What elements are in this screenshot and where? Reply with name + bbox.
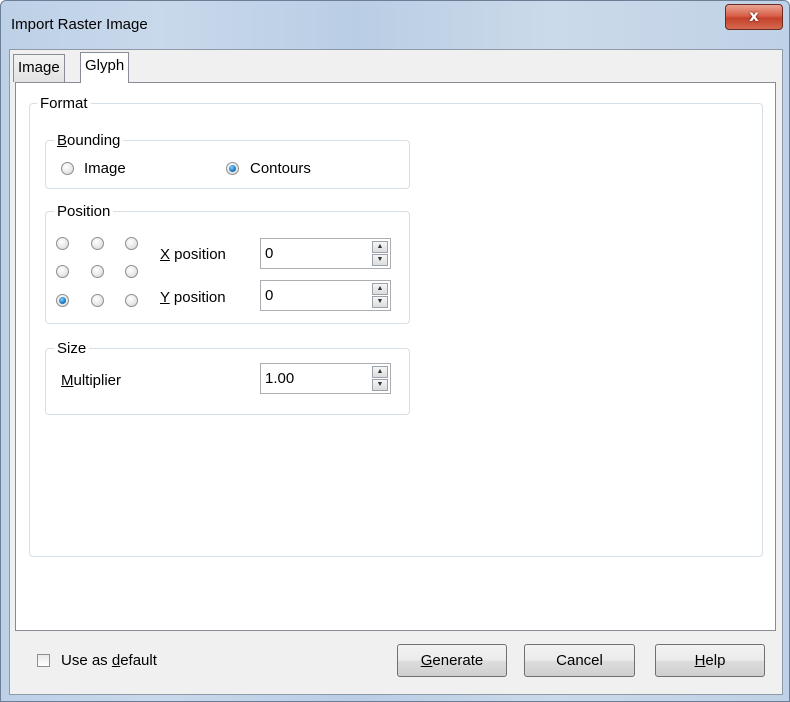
position-bottom-center-radio[interactable] bbox=[91, 294, 104, 307]
spin-up-icon[interactable]: ▲ bbox=[372, 366, 388, 378]
format-group-label: Format bbox=[37, 95, 91, 112]
x-position-value[interactable]: 0 bbox=[265, 245, 273, 262]
dialog-client-area: Image Glyph Format Bounding Image Contou… bbox=[9, 49, 783, 695]
radio-selected-dot bbox=[229, 165, 236, 172]
spin-down-icon[interactable]: ▼ bbox=[372, 296, 388, 308]
tab-glyph[interactable]: Glyph bbox=[80, 52, 130, 83]
x-position-spinbox[interactable]: 0 ▲ ▼ bbox=[260, 238, 391, 269]
position-bottom-right-radio[interactable] bbox=[125, 294, 138, 307]
bounding-contours-radio[interactable] bbox=[226, 162, 239, 175]
tab-glyph-label: Glyph bbox=[85, 57, 125, 74]
spin-up-icon[interactable]: ▲ bbox=[372, 283, 388, 295]
position-top-left-radio[interactable] bbox=[56, 237, 69, 250]
position-middle-center-radio[interactable] bbox=[91, 265, 104, 278]
spin-down-icon[interactable]: ▼ bbox=[372, 379, 388, 391]
y-position-spinbox[interactable]: 0 ▲ ▼ bbox=[260, 280, 391, 311]
size-group-label: Size bbox=[54, 340, 90, 357]
title-bar[interactable]: Import Raster Image x bbox=[1, 1, 789, 49]
position-middle-right-radio[interactable] bbox=[125, 265, 138, 278]
tab-image-label: Image bbox=[18, 59, 60, 76]
help-button[interactable]: Help bbox=[655, 644, 765, 677]
position-group-label: Position bbox=[54, 203, 114, 220]
generate-button[interactable]: Generate bbox=[397, 644, 507, 677]
multiplier-spinbox[interactable]: 1.00 ▲ ▼ bbox=[260, 363, 391, 394]
position-top-center-radio[interactable] bbox=[91, 237, 104, 250]
radio-selected-dot bbox=[59, 297, 66, 304]
x-position-label: X position bbox=[160, 246, 226, 263]
bounding-image-radio[interactable] bbox=[61, 162, 74, 175]
use-as-default-checkbox[interactable] bbox=[37, 654, 50, 667]
use-as-default-label[interactable]: Use as default bbox=[61, 652, 157, 669]
y-position-value[interactable]: 0 bbox=[265, 287, 273, 304]
spin-down-icon[interactable]: ▼ bbox=[372, 254, 388, 266]
bounding-group-label: Bounding bbox=[54, 132, 124, 149]
bounding-contours-label[interactable]: Contours bbox=[250, 160, 311, 177]
bounding-image-label[interactable]: Image bbox=[84, 160, 126, 177]
cancel-button[interactable]: Cancel bbox=[524, 644, 635, 677]
position-bottom-left-radio[interactable] bbox=[56, 294, 69, 307]
multiplier-label: Multiplier bbox=[61, 372, 122, 389]
tab-image[interactable]: Image bbox=[13, 54, 65, 82]
position-middle-left-radio[interactable] bbox=[56, 265, 69, 278]
close-icon: x bbox=[749, 7, 759, 25]
spin-up-icon[interactable]: ▲ bbox=[372, 241, 388, 253]
glyph-tab-page: Format Bounding Image Contours Position … bbox=[15, 82, 776, 631]
multiplier-value[interactable]: 1.00 bbox=[265, 370, 294, 387]
position-top-right-radio[interactable] bbox=[125, 237, 138, 250]
y-position-label: Y position bbox=[160, 289, 226, 306]
window-title: Import Raster Image bbox=[11, 16, 148, 33]
dialog-window: Import Raster Image x Image Glyph Format… bbox=[0, 0, 790, 702]
close-button[interactable]: x bbox=[725, 4, 783, 30]
